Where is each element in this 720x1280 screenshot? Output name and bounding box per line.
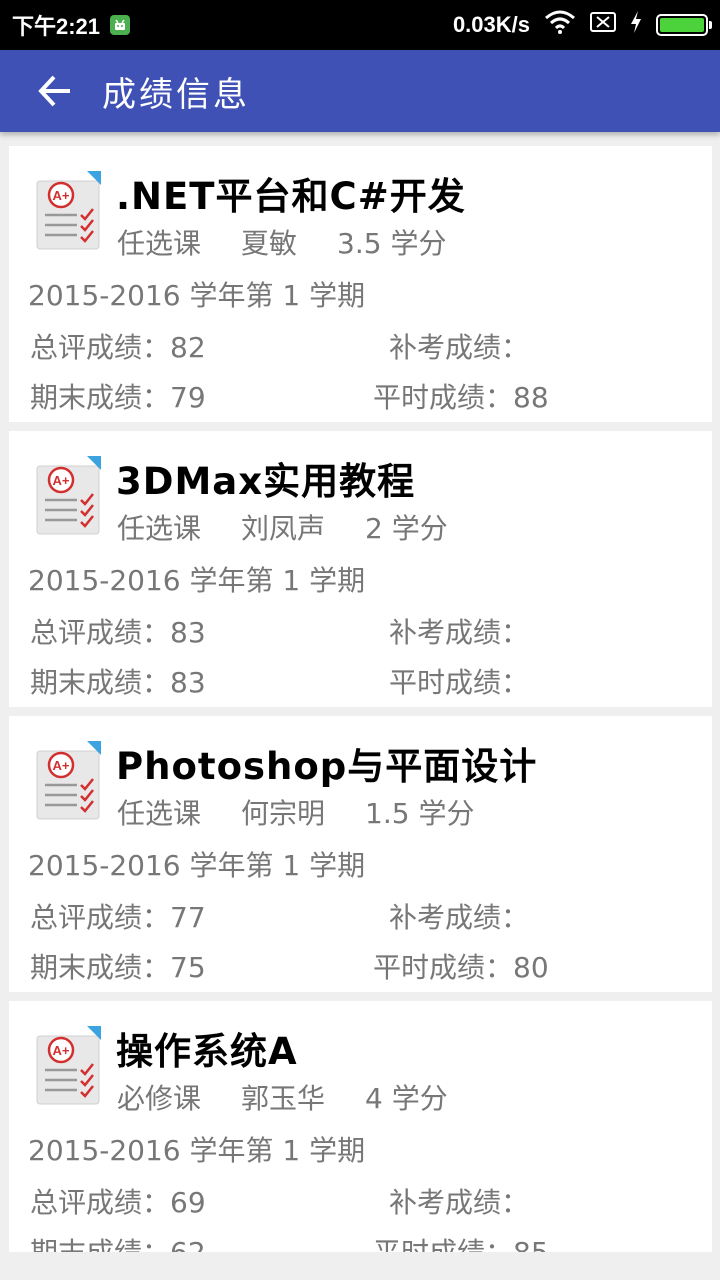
final-score-label: 期末成绩： bbox=[30, 1236, 170, 1252]
course-term: 2015-2016 学年第 1 学期 bbox=[28, 849, 366, 882]
makeup-score-label: 补考成绩： bbox=[389, 1186, 530, 1219]
course-credits: 4 学分 bbox=[365, 1082, 448, 1115]
grade-report-icon: A+ bbox=[36, 1026, 101, 1105]
battery-icon bbox=[656, 14, 712, 36]
page-title: 成绩信息 bbox=[102, 74, 250, 115]
course-term: 2015-2016 学年第 1 学期 bbox=[28, 1134, 366, 1167]
status-time: 下午2:21 bbox=[12, 14, 101, 39]
sim-off-icon bbox=[590, 12, 616, 38]
course-meta: 必修课 郭玉华 4 学分 bbox=[117, 1077, 488, 1117]
course-meta: 任选课 夏敏 3.5 学分 bbox=[117, 222, 486, 262]
grade-list[interactable]: A+ .NET平台和C#开发 任选课 夏敏 3.5 学分 2015-2016 学年第… bbox=[9, 146, 712, 1252]
total-score: 总评成绩：69 bbox=[30, 1181, 206, 1221]
total-score-label: 总评成绩： bbox=[30, 1186, 171, 1219]
final-score-label: 期末成绩： bbox=[30, 666, 171, 699]
svg-text:A+: A+ bbox=[53, 473, 70, 488]
total-score: 总评成绩：77 bbox=[30, 896, 206, 936]
svg-text:A+: A+ bbox=[53, 188, 70, 203]
course-credits: 2 学分 bbox=[365, 512, 448, 545]
usual-score-value: 85 bbox=[513, 1236, 549, 1252]
wifi-icon bbox=[544, 10, 576, 40]
course-type: 任选课 bbox=[117, 512, 202, 545]
total-score-label: 总评成绩： bbox=[30, 331, 171, 364]
final-score-value: 83 bbox=[170, 666, 206, 699]
svg-text:A+: A+ bbox=[53, 1043, 70, 1058]
grade-report-icon: A+ bbox=[36, 456, 101, 535]
total-score-value: 82 bbox=[170, 331, 206, 364]
usual-score-value: 88 bbox=[513, 381, 549, 414]
grade-card[interactable]: A+ 操作系统A 必修课 郭玉华 4 学分 2015-2016 学年第 1 学期 总… bbox=[9, 1001, 712, 1252]
makeup-score-label: 补考成绩： bbox=[389, 901, 530, 934]
android-app-icon bbox=[110, 15, 131, 35]
final-score-value: 62 bbox=[170, 1236, 206, 1252]
course-name: Photoshop与平面设计 bbox=[116, 745, 538, 788]
svg-text:A+: A+ bbox=[53, 758, 70, 773]
app-bar: 成绩信息 bbox=[0, 50, 720, 132]
course-type: 任选课 bbox=[117, 797, 202, 830]
final-score: 期末成绩：83 bbox=[30, 661, 206, 701]
usual-score-label: 平时成绩： bbox=[389, 666, 530, 699]
final-score-label: 期末成绩： bbox=[30, 381, 171, 414]
network-speed: 0.03K/s bbox=[452, 12, 530, 37]
grade-card[interactable]: A+ Photoshop与平面设计 任选课 何宗明 1.5 学分 2015-2016… bbox=[9, 716, 712, 992]
course-teacher: 何宗明 bbox=[241, 797, 326, 830]
makeup-score: 补考成绩： bbox=[389, 611, 529, 651]
grade-card[interactable]: A+ 3DMax实用教程 任选课 刘凤声 2 学分 2015-2016 学年第 1 … bbox=[9, 431, 712, 707]
usual-score: 平时成绩：85 bbox=[373, 1231, 549, 1252]
course-name: 操作系统A bbox=[116, 1030, 298, 1073]
course-teacher: 郭玉华 bbox=[241, 1082, 326, 1115]
course-type: 必修课 bbox=[117, 1082, 202, 1115]
total-score: 总评成绩：82 bbox=[30, 326, 206, 366]
final-score: 期末成绩：62 bbox=[30, 1231, 206, 1252]
grade-report-icon: A+ bbox=[36, 171, 101, 250]
makeup-score: 补考成绩： bbox=[389, 1181, 529, 1221]
grade-card[interactable]: A+ .NET平台和C#开发 任选课 夏敏 3.5 学分 2015-2016 学年第… bbox=[9, 146, 712, 422]
makeup-score-label: 补考成绩： bbox=[389, 331, 530, 364]
status-bar: 下午2:21 0.03K/s bbox=[0, 0, 720, 50]
course-credits: 3.5 学分 bbox=[337, 227, 447, 260]
course-teacher: 夏敏 bbox=[241, 227, 298, 260]
usual-score: 平时成绩：88 bbox=[373, 376, 549, 416]
course-credits: 1.5 学分 bbox=[365, 797, 475, 830]
final-score: 期末成绩：75 bbox=[30, 946, 206, 986]
course-meta: 任选课 刘凤声 2 学分 bbox=[117, 507, 488, 547]
total-score-value: 83 bbox=[170, 616, 206, 649]
total-score-value: 69 bbox=[170, 1186, 206, 1219]
final-score: 期末成绩：79 bbox=[30, 376, 206, 416]
total-score-value: 77 bbox=[170, 901, 206, 934]
makeup-score-label: 补考成绩： bbox=[389, 616, 530, 649]
course-teacher: 刘凤声 bbox=[241, 512, 326, 545]
course-term: 2015-2016 学年第 1 学期 bbox=[28, 279, 366, 312]
usual-score-label: 平时成绩： bbox=[373, 1236, 513, 1252]
total-score-label: 总评成绩： bbox=[30, 901, 171, 934]
course-meta: 任选课 何宗明 1.5 学分 bbox=[117, 792, 514, 832]
arrow-back-icon bbox=[38, 75, 70, 107]
total-score: 总评成绩：83 bbox=[30, 611, 206, 651]
charging-icon bbox=[630, 11, 642, 39]
final-score-value: 75 bbox=[170, 951, 206, 984]
usual-score-label: 平时成绩： bbox=[373, 951, 514, 984]
usual-score-label: 平时成绩： bbox=[373, 381, 514, 414]
grade-report-icon: A+ bbox=[36, 741, 101, 820]
course-type: 任选课 bbox=[117, 227, 202, 260]
back-button[interactable] bbox=[20, 50, 90, 132]
final-score-label: 期末成绩： bbox=[30, 951, 171, 984]
total-score-label: 总评成绩： bbox=[30, 616, 171, 649]
usual-score: 平时成绩：80 bbox=[373, 946, 549, 986]
course-name: 3DMax实用教程 bbox=[116, 460, 416, 503]
course-name: .NET平台和C#开发 bbox=[116, 175, 466, 218]
makeup-score: 补考成绩： bbox=[389, 326, 529, 366]
makeup-score: 补考成绩： bbox=[389, 896, 529, 936]
final-score-value: 79 bbox=[170, 381, 206, 414]
usual-score: 平时成绩： bbox=[389, 661, 529, 701]
course-term: 2015-2016 学年第 1 学期 bbox=[28, 564, 366, 597]
usual-score-value: 80 bbox=[513, 951, 549, 984]
